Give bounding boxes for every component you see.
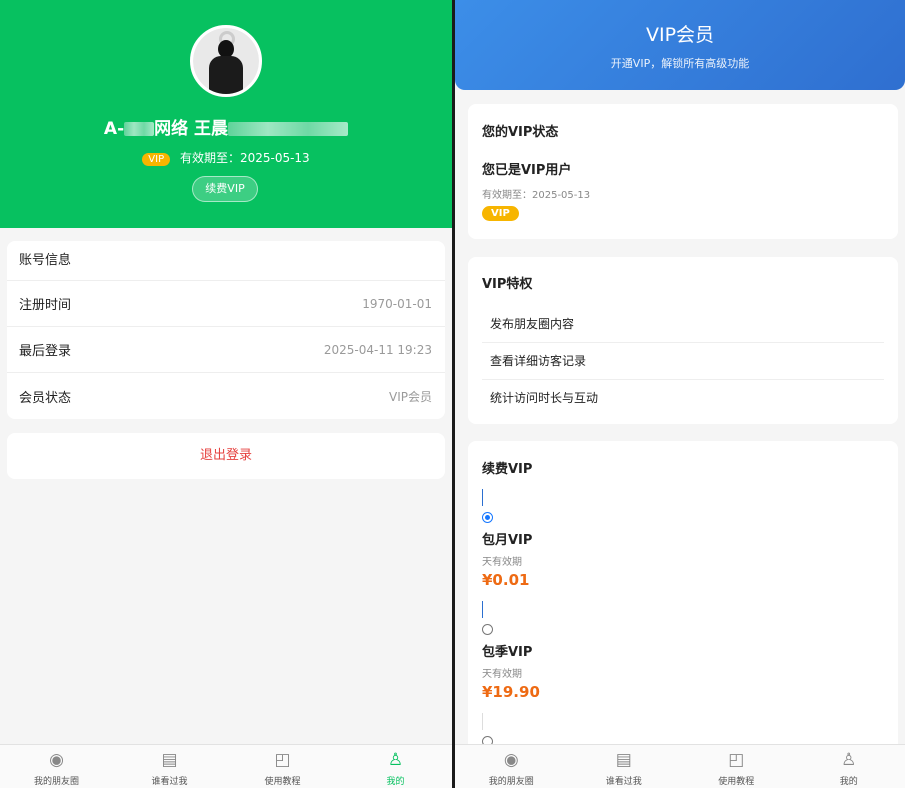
tab-bar: ◉ 我的朋友圈 ▤ 谁看过我 ◰ 使用教程 ♙ 我的 (455, 744, 905, 788)
plan-radio[interactable] (482, 624, 493, 635)
logout-button[interactable]: 退出登录 (7, 433, 445, 479)
vip-status-card: 您的VIP状态 您已是VIP用户 有效期至：2025-05-13 VIP (468, 104, 898, 239)
info-value: 1970-01-01 (362, 296, 432, 311)
vip-header: VIP会员 开通VIP，解锁所有高级功能 (455, 0, 905, 90)
renew-vip-button[interactable]: 续费VIP (192, 176, 258, 202)
account-info-title: 账号信息 (7, 241, 445, 281)
plan-monthly[interactable]: 包月VIP 天有效期 ¥0.01 (482, 489, 884, 589)
list-item: 发布朋友圈内容 (482, 306, 884, 343)
vip-expiry: 有效期至：2025-05-13 (179, 151, 310, 165)
info-row-member-status: 会员状态 VIP会员 (7, 373, 445, 419)
plan-validity: 天有效期 (482, 669, 522, 680)
account-info-card: 账号信息 注册时间 1970-01-01 最后登录 2025-04-11 19:… (7, 241, 445, 419)
aperture-icon: ◉ (503, 750, 519, 770)
vip-status-title: 您的VIP状态 (482, 125, 559, 140)
info-value: 2025-04-11 19:23 (323, 342, 432, 357)
vip-privileges-card: VIP特权 发布朋友圈内容 查看详细访客记录 统计访问时长与互动 (468, 257, 898, 424)
tab-moments[interactable]: ◉ 我的朋友圈 (455, 745, 568, 788)
tab-me[interactable]: ♙ 我的 (339, 745, 452, 788)
tab-label: 使用教程 (718, 777, 755, 787)
tab-label: 我的 (386, 777, 405, 787)
vip-privileges-title: VIP特权 (482, 277, 533, 292)
bookmark-icon: ◰ (274, 750, 291, 770)
plan-next[interactable] (482, 713, 884, 747)
tab-bar: ◉ 我的朋友圈 ▤ 谁看过我 ◰ 使用教程 ♙ 我的 (0, 744, 452, 788)
tab-label: 我的朋友圈 (488, 777, 534, 787)
document-view-icon: ▤ (615, 750, 632, 770)
tab-label: 我的朋友圈 (33, 777, 79, 787)
aperture-icon: ◉ (49, 750, 64, 770)
tab-moments[interactable]: ◉ 我的朋友圈 (0, 745, 113, 788)
plan-divider (482, 601, 483, 618)
list-item: 查看详细访客记录 (482, 343, 884, 380)
vip-badge: VIP (142, 153, 171, 166)
plan-divider (482, 713, 483, 730)
profile-screen: A- 网络 王晨 VIP 有效期至：2025-05-13 续费VIP 账号信息 注… (0, 0, 452, 788)
info-row-register-time: 注册时间 1970-01-01 (7, 281, 445, 327)
vip-status-user: 您已是VIP用户 (482, 163, 572, 178)
info-label: 会员状态 (19, 390, 72, 406)
plan-quarterly[interactable]: 包季VIP 天有效期 ¥19.90 (482, 601, 884, 701)
tab-me[interactable]: ♙ 我的 (793, 745, 905, 788)
avatar[interactable] (190, 25, 262, 97)
info-value: VIP会员 (389, 389, 432, 404)
info-label: 最后登录 (19, 344, 72, 359)
plan-name: 包季VIP (482, 645, 533, 660)
privilege-list: 发布朋友圈内容 查看详细访客记录 统计访问时长与互动 (482, 306, 884, 417)
tab-tutorial[interactable]: ◰ 使用教程 (226, 745, 339, 788)
list-item: 统计访问时长与互动 (490, 391, 599, 405)
avatar-body (209, 56, 243, 94)
redacted-block (124, 122, 155, 136)
bookmark-icon: ◰ (728, 750, 745, 770)
user-name-prefix: A- (103, 119, 125, 139)
plan-price: ¥0.01 (482, 571, 530, 589)
vip-screen: VIP会员 开通VIP，解锁所有高级功能 您的VIP状态 您已是VIP用户 有效… (455, 0, 905, 788)
tab-visitors[interactable]: ▤ 谁看过我 (113, 745, 226, 788)
vip-status-expiry: 有效期至：2025-05-13 (482, 190, 591, 201)
vip-row: VIP 有效期至：2025-05-13 (0, 149, 452, 166)
tab-tutorial[interactable]: ◰ 使用教程 (680, 745, 793, 788)
tab-label: 使用教程 (264, 777, 301, 787)
vip-status-badge: VIP (482, 206, 519, 221)
user-name: A- 网络 王晨 (0, 114, 452, 139)
profile-header: A- 网络 王晨 VIP 有效期至：2025-05-13 续费VIP (0, 0, 452, 228)
user-name-middle: 网络 王晨 (154, 119, 229, 139)
tab-label: 谁看过我 (151, 777, 188, 787)
avatar-image (193, 28, 259, 94)
user-icon: ♙ (387, 750, 404, 770)
redacted-block (228, 122, 349, 136)
plan-radio[interactable] (482, 512, 493, 523)
plan-validity: 天有效期 (482, 557, 522, 568)
document-view-icon: ▤ (161, 750, 178, 770)
plan-name: 包月VIP (482, 533, 533, 548)
tab-visitors[interactable]: ▤ 谁看过我 (568, 745, 681, 788)
renew-vip-title: 续费VIP (482, 462, 533, 477)
info-label: 注册时间 (19, 298, 72, 313)
tab-label: 我的 (839, 777, 858, 787)
tab-label: 谁看过我 (605, 777, 642, 787)
vip-page-title: VIP会员 (645, 24, 715, 46)
plan-price: ¥19.90 (482, 683, 540, 701)
user-icon: ♙ (841, 750, 857, 770)
renew-vip-card: 续费VIP 包月VIP 天有效期 ¥0.01 包季VIP 天有效期 ¥19.90 (468, 441, 898, 761)
plan-divider (482, 489, 483, 506)
vip-page-subtitle: 开通VIP，解锁所有高级功能 (610, 57, 750, 70)
info-row-last-login: 最后登录 2025-04-11 19:23 (7, 327, 445, 373)
